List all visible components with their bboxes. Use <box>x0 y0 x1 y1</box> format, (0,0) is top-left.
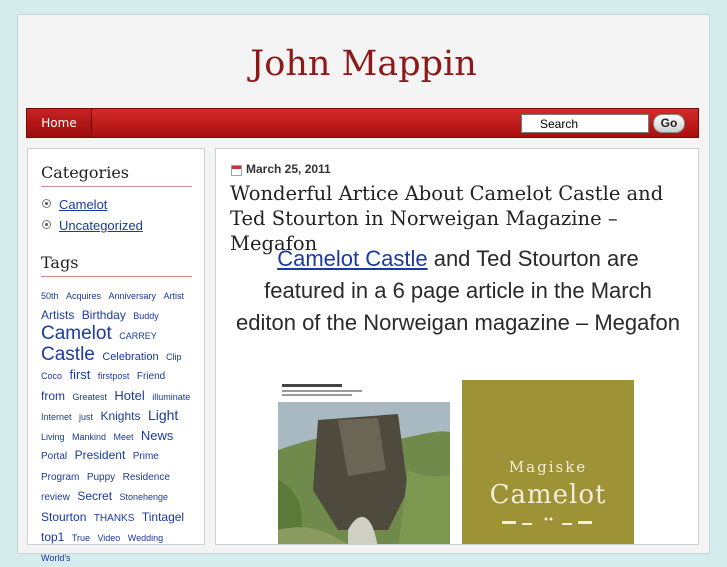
tag-link[interactable]: Puppy <box>87 472 115 483</box>
tag-link[interactable]: True <box>72 533 90 543</box>
tag-link[interactable]: Secret <box>77 489 112 503</box>
search-input[interactable] <box>521 114 649 133</box>
tag-link[interactable]: Artists <box>41 308 74 322</box>
castle-photo-graphic <box>278 380 450 544</box>
tag-link[interactable]: THANKS <box>94 513 135 524</box>
tag-cloud: 50th Acquires Anniversary Artist Artists… <box>41 286 197 567</box>
tag-link[interactable]: Acquires <box>66 291 101 301</box>
category-link-uncategorized[interactable]: Uncategorized <box>59 218 143 233</box>
categories-title: Categories <box>41 163 129 182</box>
camelot-castle-link[interactable]: Camelot Castle <box>277 246 427 271</box>
tag-link[interactable]: Light <box>148 407 178 423</box>
tag-link[interactable]: illuminate <box>152 392 190 402</box>
tag-link[interactable]: Anniversary <box>108 291 156 301</box>
tag-link[interactable]: Portal <box>41 451 67 462</box>
tag-link[interactable]: Program <box>41 472 79 483</box>
tag-link[interactable]: Prime <box>133 451 159 462</box>
tag-link[interactable]: Coco <box>41 371 62 381</box>
tag-link[interactable]: Friend <box>137 371 165 382</box>
tag-link[interactable]: from <box>41 389 65 403</box>
tag-link[interactable]: Greatest <box>72 392 107 402</box>
tag-link[interactable]: President <box>75 448 126 462</box>
go-button[interactable]: Go <box>653 114 685 133</box>
tag-link[interactable]: just <box>79 412 93 422</box>
calendar-icon <box>231 165 242 176</box>
tag-link[interactable]: top1 <box>41 530 64 544</box>
tag-link[interactable]: Stonehenge <box>120 492 169 502</box>
tag-link[interactable]: Clip <box>166 352 182 362</box>
tag-link[interactable]: Tintagel <box>142 510 184 524</box>
tag-link[interactable]: Meet <box>113 432 133 442</box>
tag-link[interactable]: Mankind <box>72 432 106 442</box>
sidebar: Categories Camelot Uncategorized Tags 50… <box>27 148 205 563</box>
post-date: March 25, 2011 <box>246 162 331 176</box>
magazine-cover-image[interactable]: Magiske Camelot <box>462 380 634 544</box>
tag-link[interactable]: Birthday <box>82 308 126 322</box>
tag-link[interactable]: Knights <box>100 409 140 423</box>
tag-link[interactable]: World's <box>41 553 71 563</box>
post-lead: Camelot Castle and Ted Stourton are feat… <box>236 243 680 339</box>
tag-link[interactable]: firstpost <box>98 371 130 381</box>
bullet-icon <box>42 199 51 208</box>
tag-link[interactable]: 50th <box>41 291 59 301</box>
tag-link[interactable]: Hotel <box>114 388 144 403</box>
tags-divider <box>41 276 192 277</box>
tag-link[interactable]: Stourton <box>41 510 86 524</box>
tag-link[interactable]: first <box>69 367 90 382</box>
tag-link[interactable]: Residence <box>123 472 170 483</box>
tag-link[interactable]: Buddy <box>133 311 159 321</box>
post-content: March 25, 2011 Wonderful Artice About Ca… <box>215 148 699 545</box>
magazine-ornament-graphic <box>502 517 592 525</box>
tag-link[interactable]: Internet <box>41 412 72 422</box>
site-title[interactable]: John Mappin <box>0 44 727 84</box>
tag-link[interactable]: Castle <box>41 344 95 365</box>
tag-link[interactable]: Wedding <box>128 533 163 543</box>
nav-home-link[interactable]: Home <box>27 109 92 137</box>
tag-link[interactable]: Celebration <box>102 351 158 363</box>
bullet-icon <box>42 220 51 229</box>
article-photo-image[interactable] <box>278 380 450 544</box>
category-link-camelot[interactable]: Camelot <box>59 197 107 212</box>
tag-link[interactable]: Camelot <box>41 323 112 344</box>
tag-link[interactable]: Video <box>97 533 120 543</box>
tag-link[interactable]: Artist <box>163 291 184 301</box>
tag-link[interactable]: review <box>41 492 70 503</box>
tag-link[interactable]: News <box>141 428 174 443</box>
tag-link[interactable]: Living <box>41 432 65 442</box>
tags-title: Tags <box>41 253 79 272</box>
categories-divider <box>41 186 192 187</box>
tag-link[interactable]: CARREY <box>119 331 157 341</box>
main-navbar: Home Go <box>26 108 699 138</box>
